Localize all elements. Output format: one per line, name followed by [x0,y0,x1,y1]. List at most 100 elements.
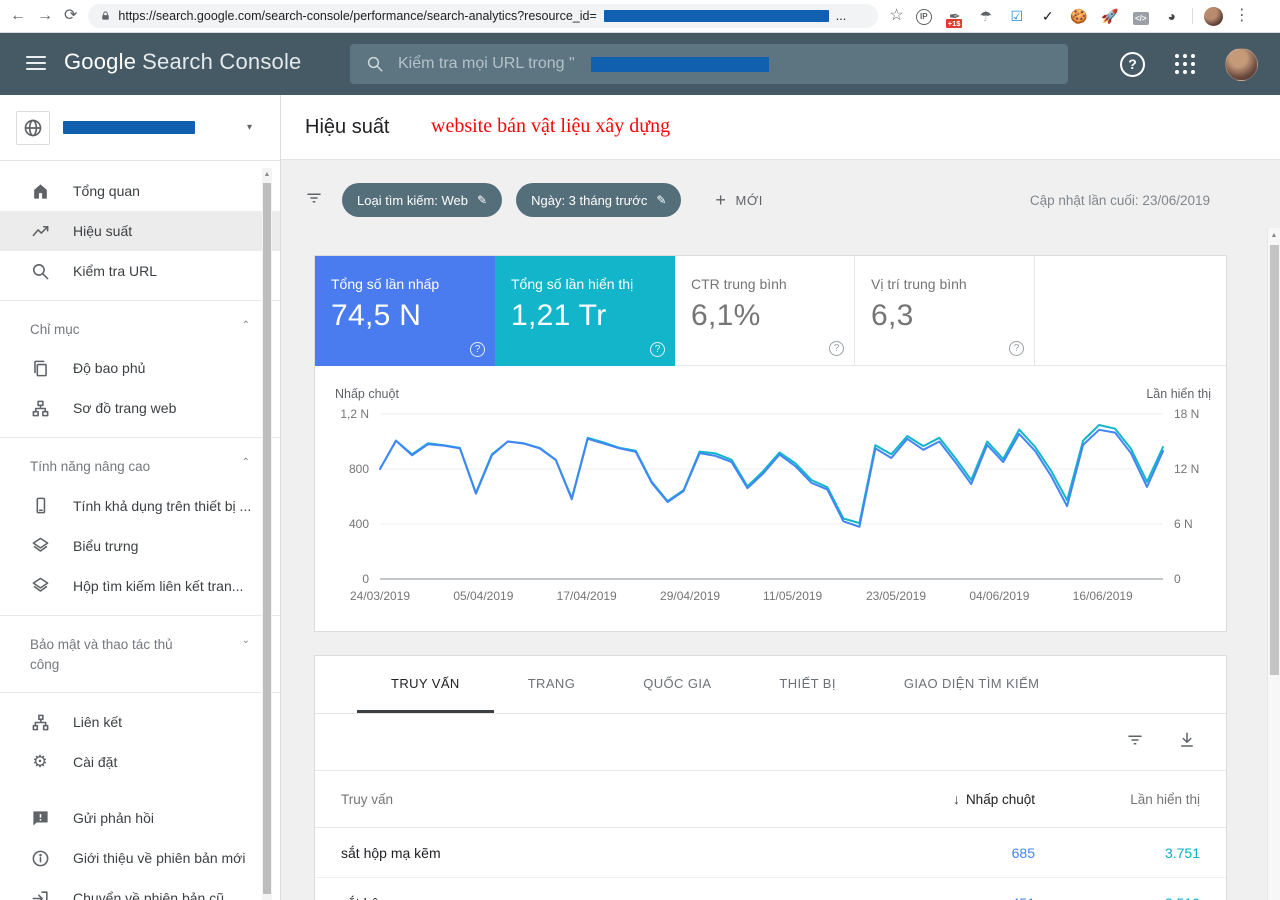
sidebar-item-mobile-usability[interactable]: Tính khả dụng trên thiết bị ... [0,486,280,526]
feedback-icon [30,808,50,828]
sidebar-divider [0,692,280,693]
address-bar[interactable]: https://search.google.com/search-console… [88,4,878,28]
page-header: Hiệu suất website bán vật liệu xây dựng [281,95,1280,160]
toolbar-divider [1192,8,1193,24]
help-icon[interactable]: ? [1120,52,1145,77]
browser-menu-icon[interactable]: ⋮ [1234,8,1250,24]
performance-chart-card: Tổng số lần nhấp 74,5 N ? Tổng số lần hi… [314,255,1227,632]
sidebar-item-label: Sơ đồ trang web [73,400,176,416]
layers-icon [30,576,50,596]
rocket-extension-icon[interactable]: 🚀 [1101,9,1119,23]
svg-text:1,2 N: 1,2 N [340,407,369,421]
screen: ← → ⟳ https://search.google.com/search-c… [0,0,1280,900]
checkbox-extension-icon[interactable]: ☑ [1008,9,1026,23]
tile-total-impressions[interactable]: Tổng số lần hiển thị 1,21 Tr ? [495,256,675,366]
sidebar-item-label: Giới thiệu về phiên bản mới [73,850,245,866]
browser-profile-avatar[interactable] [1204,7,1223,26]
sidebar-item-feedback[interactable]: Gửi phản hồi [0,798,280,838]
tile-average-position[interactable]: Vị trí trung bình 6,3 ? [855,256,1035,366]
umbrella-extension-icon[interactable]: ☂ [977,9,995,23]
ip-extension-icon[interactable]: IP [915,7,933,25]
table-row[interactable]: sắt hộp 451 3.510 [315,878,1226,900]
date-range-chip[interactable]: Ngày: 3 tháng trước ✎ [516,183,681,217]
help-question-icon[interactable]: ? [829,341,844,356]
queries-table-card: TRUY VẤN TRANG QUỐC GIA THIẾT BỊ GIAO DI… [314,655,1227,900]
sidebar-nav: Tổng quan Hiệu suất Kiểm tra URL Chỉ mục… [0,161,280,900]
tab-pages[interactable]: TRANG [494,656,610,713]
sidebar-section-enhancements[interactable]: Tính năng nâng cao ⌃ [0,447,280,485]
new-filter-button[interactable]: + MỚI [715,190,763,211]
search-type-chip[interactable]: Loại tìm kiếm: Web ✎ [342,183,502,217]
column-header-impressions[interactable]: Lần hiển thị [1035,792,1200,807]
google-apps-icon[interactable] [1175,54,1195,74]
sidebar-item-legacy-version[interactable]: Chuyển về phiên bản cũ [0,878,280,900]
annotation-note: website bán vật liệu xây dựng [431,115,670,138]
svg-text:Lần hiển thị: Lần hiển thị [1146,387,1211,401]
scroll-up-icon[interactable]: ▲ [262,168,272,178]
metric-tiles: Tổng số lần nhấp 74,5 N ? Tổng số lần hi… [315,256,1226,366]
sidebar-item-sitelinks-searchbox[interactable]: Hộp tìm kiếm liên kết tran... [0,566,280,606]
sidebar-scrollbar[interactable]: ▲ [262,168,272,900]
tab-queries[interactable]: TRUY VẤN [357,656,494,713]
sidebar-section-index[interactable]: Chỉ mục ⌃ [0,310,280,348]
filter-list-icon[interactable] [305,189,323,212]
browser-toolbar: ← → ⟳ https://search.google.com/search-c… [0,0,1280,33]
query-cell[interactable]: sắt hộp [341,895,885,900]
chevron-up-icon: ⌃ [242,457,250,477]
clicks-cell: 685 [885,845,1035,861]
table-row[interactable]: sắt hộp mạ kẽm 685 3.751 [315,828,1226,878]
column-header-clicks[interactable]: ↓ Nhấp chuột [885,791,1035,807]
sidebar-divider [0,615,280,616]
chevron-down-icon: ⌄ [242,635,250,676]
sidebar-item-sitemaps[interactable]: Sơ đồ trang web [0,388,280,428]
reload-icon[interactable]: ⟳ [64,8,77,24]
scrollbar-thumb[interactable] [263,183,271,894]
cookie-extension-icon[interactable]: 🍪 [1070,9,1088,23]
sidebar-item-settings[interactable]: ⚙ Cài đặt [0,742,280,782]
tab-search-appearance[interactable]: GIAO DIỆN TÌM KIẾM [870,656,1074,713]
tab-devices[interactable]: THIẾT BỊ [745,656,869,713]
money-badge: +1$ [946,19,963,29]
bookmark-star-icon[interactable]: ☆ [889,8,903,24]
sidebar-item-url-inspection[interactable]: Kiểm tra URL [0,251,280,291]
scrollbar-thumb[interactable] [1270,245,1279,675]
account-avatar[interactable] [1225,48,1258,81]
tile-average-ctr[interactable]: CTR trung bình 6,1% ? [675,256,855,366]
tile-total-clicks[interactable]: Tổng số lần nhấp 74,5 N ? [315,256,495,366]
url-text: https://search.google.com/search-console… [118,9,596,23]
dark-extension-icon[interactable]: ◕ [1163,9,1181,23]
menu-hamburger-icon[interactable] [26,56,46,74]
help-question-icon[interactable]: ? [470,342,485,357]
sidebar-spacer [0,782,280,798]
main-content: Hiệu suất website bán vật liệu xây dựng … [281,95,1280,900]
tile-filler [1035,256,1226,366]
sidebar-divider [0,437,280,438]
sidebar-item-logos[interactable]: Biểu trưng [0,526,280,566]
help-question-icon[interactable]: ? [650,342,665,357]
download-icon[interactable] [1178,731,1196,754]
help-question-icon[interactable]: ? [1009,341,1024,356]
table-header-row: Truy vấn ↓ Nhấp chuột Lần hiển thị [315,771,1226,828]
devtools-extension-icon[interactable]: </> [1132,9,1150,23]
column-header-query[interactable]: Truy vấn [341,792,885,807]
sidebar-item-performance[interactable]: Hiệu suất [0,211,280,251]
sidebar-item-label: Kiểm tra URL [73,263,157,279]
check-extension-icon[interactable]: ✓ [1039,9,1057,23]
query-cell[interactable]: sắt hộp mạ kẽm [341,845,885,861]
redacted-property [63,121,195,134]
url-inspection-searchbox[interactable]: Kiểm tra mọi URL trong " [350,44,1068,84]
forward-icon[interactable]: → [37,8,53,24]
tab-countries[interactable]: QUỐC GIA [609,656,745,713]
scroll-up-icon[interactable]: ▲ [1268,228,1280,239]
money-extension-icon[interactable]: ✒+1$ [946,9,964,23]
back-icon[interactable]: ← [10,8,26,24]
sidebar-item-overview[interactable]: Tổng quan [0,171,280,211]
sidebar-item-about-new-version[interactable]: Giới thiệu về phiên bản mới [0,838,280,878]
table-filter-icon[interactable] [1126,731,1144,754]
property-selector[interactable]: ▾ [0,95,280,161]
sidebar-item-links[interactable]: Liên kết [0,702,280,742]
main-scrollbar[interactable]: ▲ [1267,228,1280,900]
sidebar-section-security[interactable]: Bảo mật và thao tác thủ công ⌄ [0,625,280,684]
sidebar-divider [0,300,280,301]
sidebar-item-coverage[interactable]: Độ bao phủ [0,348,280,388]
